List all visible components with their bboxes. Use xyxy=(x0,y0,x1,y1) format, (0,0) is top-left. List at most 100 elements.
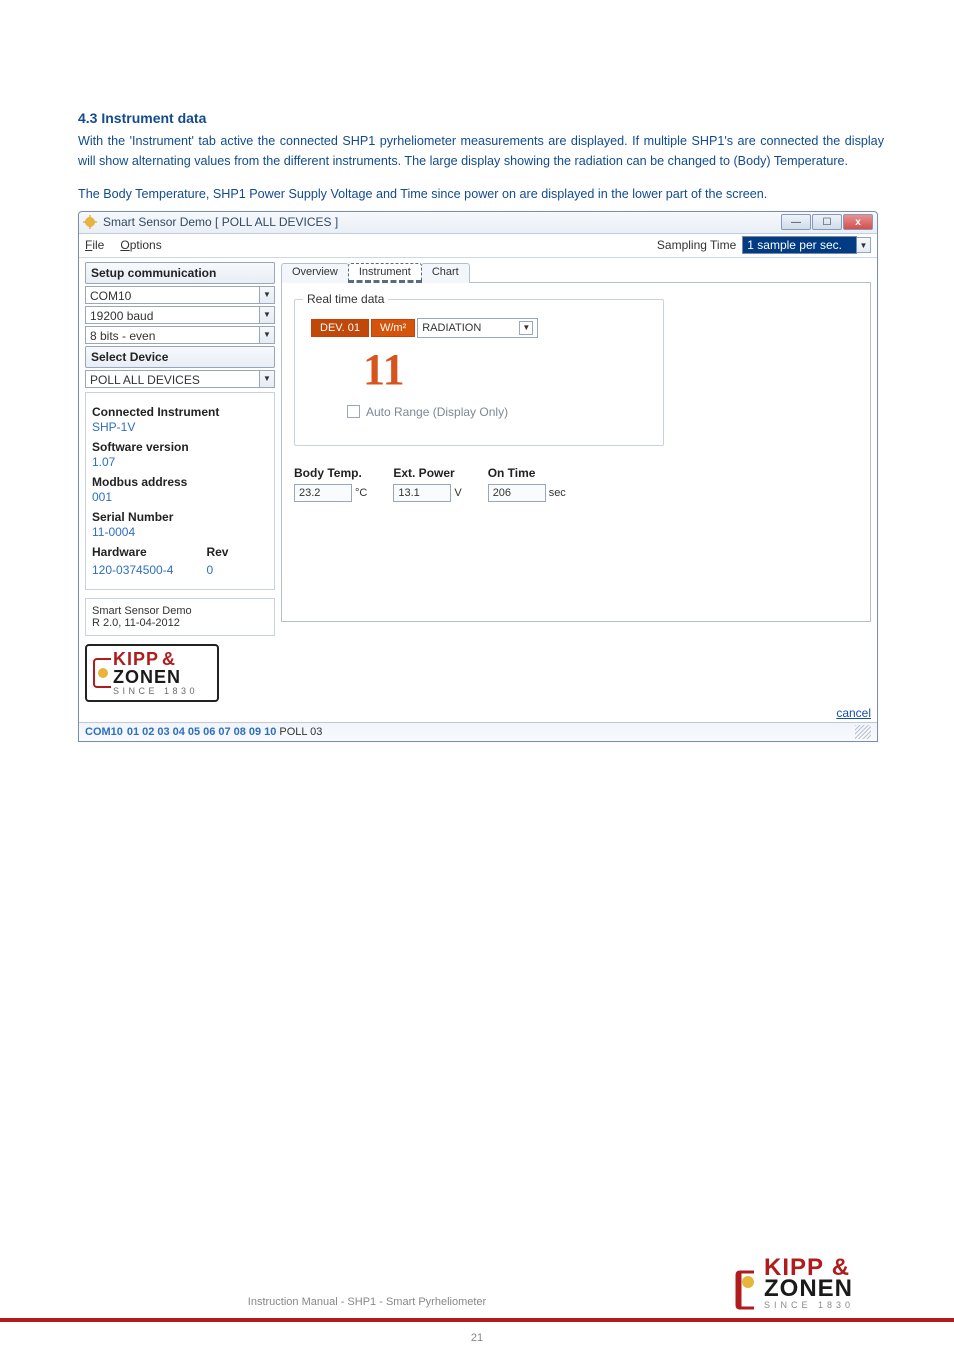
chevron-down-icon[interactable]: ▼ xyxy=(260,326,275,344)
bits-select[interactable]: 8 bits - even ▼ xyxy=(85,326,275,344)
baud-select[interactable]: 19200 baud ▼ xyxy=(85,306,275,324)
status-addr: 01 xyxy=(127,726,139,738)
ext-power-label: Ext. Power xyxy=(393,466,461,480)
cancel-link[interactable]: cancel xyxy=(79,704,877,722)
logo-ampersand: & xyxy=(162,650,176,668)
footer-brand-2: ZONEN xyxy=(764,1278,854,1300)
setup-communication-header[interactable]: Setup communication xyxy=(85,262,275,284)
body-temp-value: 23.2 xyxy=(294,484,352,502)
on-time-label: On Time xyxy=(488,466,566,480)
tab-instrument[interactable]: Instrument xyxy=(348,263,422,283)
unit-chip: W/m² xyxy=(371,319,415,337)
status-addr: 08 xyxy=(234,726,246,738)
resize-grip-icon[interactable] xyxy=(855,725,871,739)
maximize-button[interactable]: ☐ xyxy=(812,214,842,230)
realtime-group: Real time data DEV. 01 W/m² RADIATION ▼ xyxy=(294,299,664,446)
app-version-rev: R 2.0, 11-04-2012 xyxy=(92,617,268,629)
realtime-group-title: Real time data xyxy=(303,292,388,306)
on-time-value: 206 xyxy=(488,484,546,502)
status-addr: 05 xyxy=(188,726,200,738)
app-version-box: Smart Sensor Demo R 2.0, 11-04-2012 xyxy=(85,598,275,636)
body-temp-label: Body Temp. xyxy=(294,466,367,480)
page-footer: Instruction Manual - SHP1 - Smart Pyrhel… xyxy=(0,1257,954,1322)
status-addr: 03 xyxy=(157,726,169,738)
tab-overview[interactable]: Overview xyxy=(281,263,349,283)
status-addr: 06 xyxy=(203,726,215,738)
measure-select[interactable]: RADIATION ▼ xyxy=(417,318,538,338)
window-title: Smart Sensor Demo [ POLL ALL DEVICES ] xyxy=(103,215,338,229)
device-chip: DEV. 01 xyxy=(311,319,369,337)
sampling-time-label: Sampling Time xyxy=(657,238,736,252)
sampling-time-select[interactable]: 1 sample per sec. xyxy=(742,236,857,254)
status-addr: 04 xyxy=(173,726,185,738)
tab-chart[interactable]: Chart xyxy=(421,263,470,283)
menu-options[interactable]: Options xyxy=(120,238,161,252)
titlebar: Smart Sensor Demo [ POLL ALL DEVICES ] —… xyxy=(79,212,877,234)
footer-logo: KIPP & ZONEN SINCE 1830 xyxy=(734,1257,884,1310)
status-addr: 09 xyxy=(249,726,261,738)
sidebar-logo: KIPP& ZONEN SINCE 1830 xyxy=(85,644,219,702)
chevron-down-icon[interactable]: ▼ xyxy=(260,370,275,388)
software-version-value: 1.07 xyxy=(92,455,268,469)
logo-brand-2: ZONEN xyxy=(113,668,198,686)
measure-value: RADIATION xyxy=(422,322,481,334)
logo-sun-icon xyxy=(93,658,111,688)
on-time-unit: sec xyxy=(549,487,566,499)
chevron-down-icon[interactable]: ▼ xyxy=(857,237,871,253)
com-port-select[interactable]: COM10 ▼ xyxy=(85,286,275,304)
body-temp-unit: °C xyxy=(355,487,367,499)
minimize-button[interactable]: — xyxy=(781,214,811,230)
paragraph-2: The Body Temperature, SHP1 Power Supply … xyxy=(78,185,884,205)
realtime-value: 11 xyxy=(363,344,647,395)
hardware-label: Hardware xyxy=(92,545,202,559)
metrics-row: Body Temp. 23.2 °C Ext. Power 13.1 xyxy=(294,466,858,502)
ext-power-unit: V xyxy=(454,487,461,499)
chevron-down-icon[interactable]: ▼ xyxy=(260,286,275,304)
status-bar: COM10 01 02 03 04 05 06 07 08 09 10 POLL… xyxy=(79,722,877,741)
close-button[interactable]: x xyxy=(843,214,873,230)
serial-number-value: 11-0004 xyxy=(92,525,268,539)
hardware-value: 120-0374500-4 xyxy=(92,563,202,577)
connected-instrument-value: SHP-1V xyxy=(92,420,268,434)
auto-range-checkbox[interactable] xyxy=(347,405,360,418)
auto-range-label: Auto Range (Display Only) xyxy=(366,405,508,419)
rev-value: 0 xyxy=(206,563,213,577)
menubar: File Options Sampling Time 1 sample per … xyxy=(79,234,877,258)
app-window: Smart Sensor Demo [ POLL ALL DEVICES ] —… xyxy=(78,211,878,742)
page-number: 21 xyxy=(0,1332,954,1344)
com-port-value: COM10 xyxy=(85,286,260,304)
software-version-label: Software version xyxy=(92,440,268,454)
poll-select[interactable]: POLL ALL DEVICES ▼ xyxy=(85,370,275,388)
status-addr: 10 xyxy=(264,726,276,738)
logo-brand-1: KIPP xyxy=(113,650,159,668)
paragraph-1: With the 'Instrument' tab active the con… xyxy=(78,132,884,171)
chevron-down-icon[interactable]: ▼ xyxy=(260,306,275,324)
window-controls: — ☐ x xyxy=(780,214,873,230)
serial-number-label: Serial Number xyxy=(92,510,268,524)
select-device-header[interactable]: Select Device xyxy=(85,346,275,368)
baud-value: 19200 baud xyxy=(85,306,260,324)
instrument-info-box: Connected Instrument SHP-1V Software ver… xyxy=(85,392,275,590)
bits-value: 8 bits - even xyxy=(85,326,260,344)
connected-instrument-label: Connected Instrument xyxy=(92,405,268,419)
modbus-address-label: Modbus address xyxy=(92,475,268,489)
logo-since: SINCE 1830 xyxy=(113,686,198,696)
footer-since: SINCE 1830 xyxy=(764,1300,854,1310)
app-version-name: Smart Sensor Demo xyxy=(92,605,268,617)
status-addr: 02 xyxy=(142,726,154,738)
footer-manual-title: Instruction Manual - SHP1 - Smart Pyrhel… xyxy=(0,1296,734,1310)
status-addr: 07 xyxy=(218,726,230,738)
rev-label: Rev xyxy=(206,545,228,559)
menu-file[interactable]: File xyxy=(85,238,104,252)
ext-power-value: 13.1 xyxy=(393,484,451,502)
app-icon xyxy=(83,215,97,229)
modbus-address-value: 001 xyxy=(92,490,268,504)
tab-bar: Overview Instrument Chart xyxy=(281,263,871,283)
status-poll: POLL 03 xyxy=(279,726,322,738)
tab-panel: Real time data DEV. 01 W/m² RADIATION ▼ xyxy=(281,282,871,622)
chevron-down-icon[interactable]: ▼ xyxy=(519,321,533,335)
footer-logo-icon xyxy=(734,1270,760,1310)
section-heading: 4.3 Instrument data xyxy=(78,110,884,126)
poll-value: POLL ALL DEVICES xyxy=(85,370,260,388)
status-com: COM10 xyxy=(85,726,123,738)
